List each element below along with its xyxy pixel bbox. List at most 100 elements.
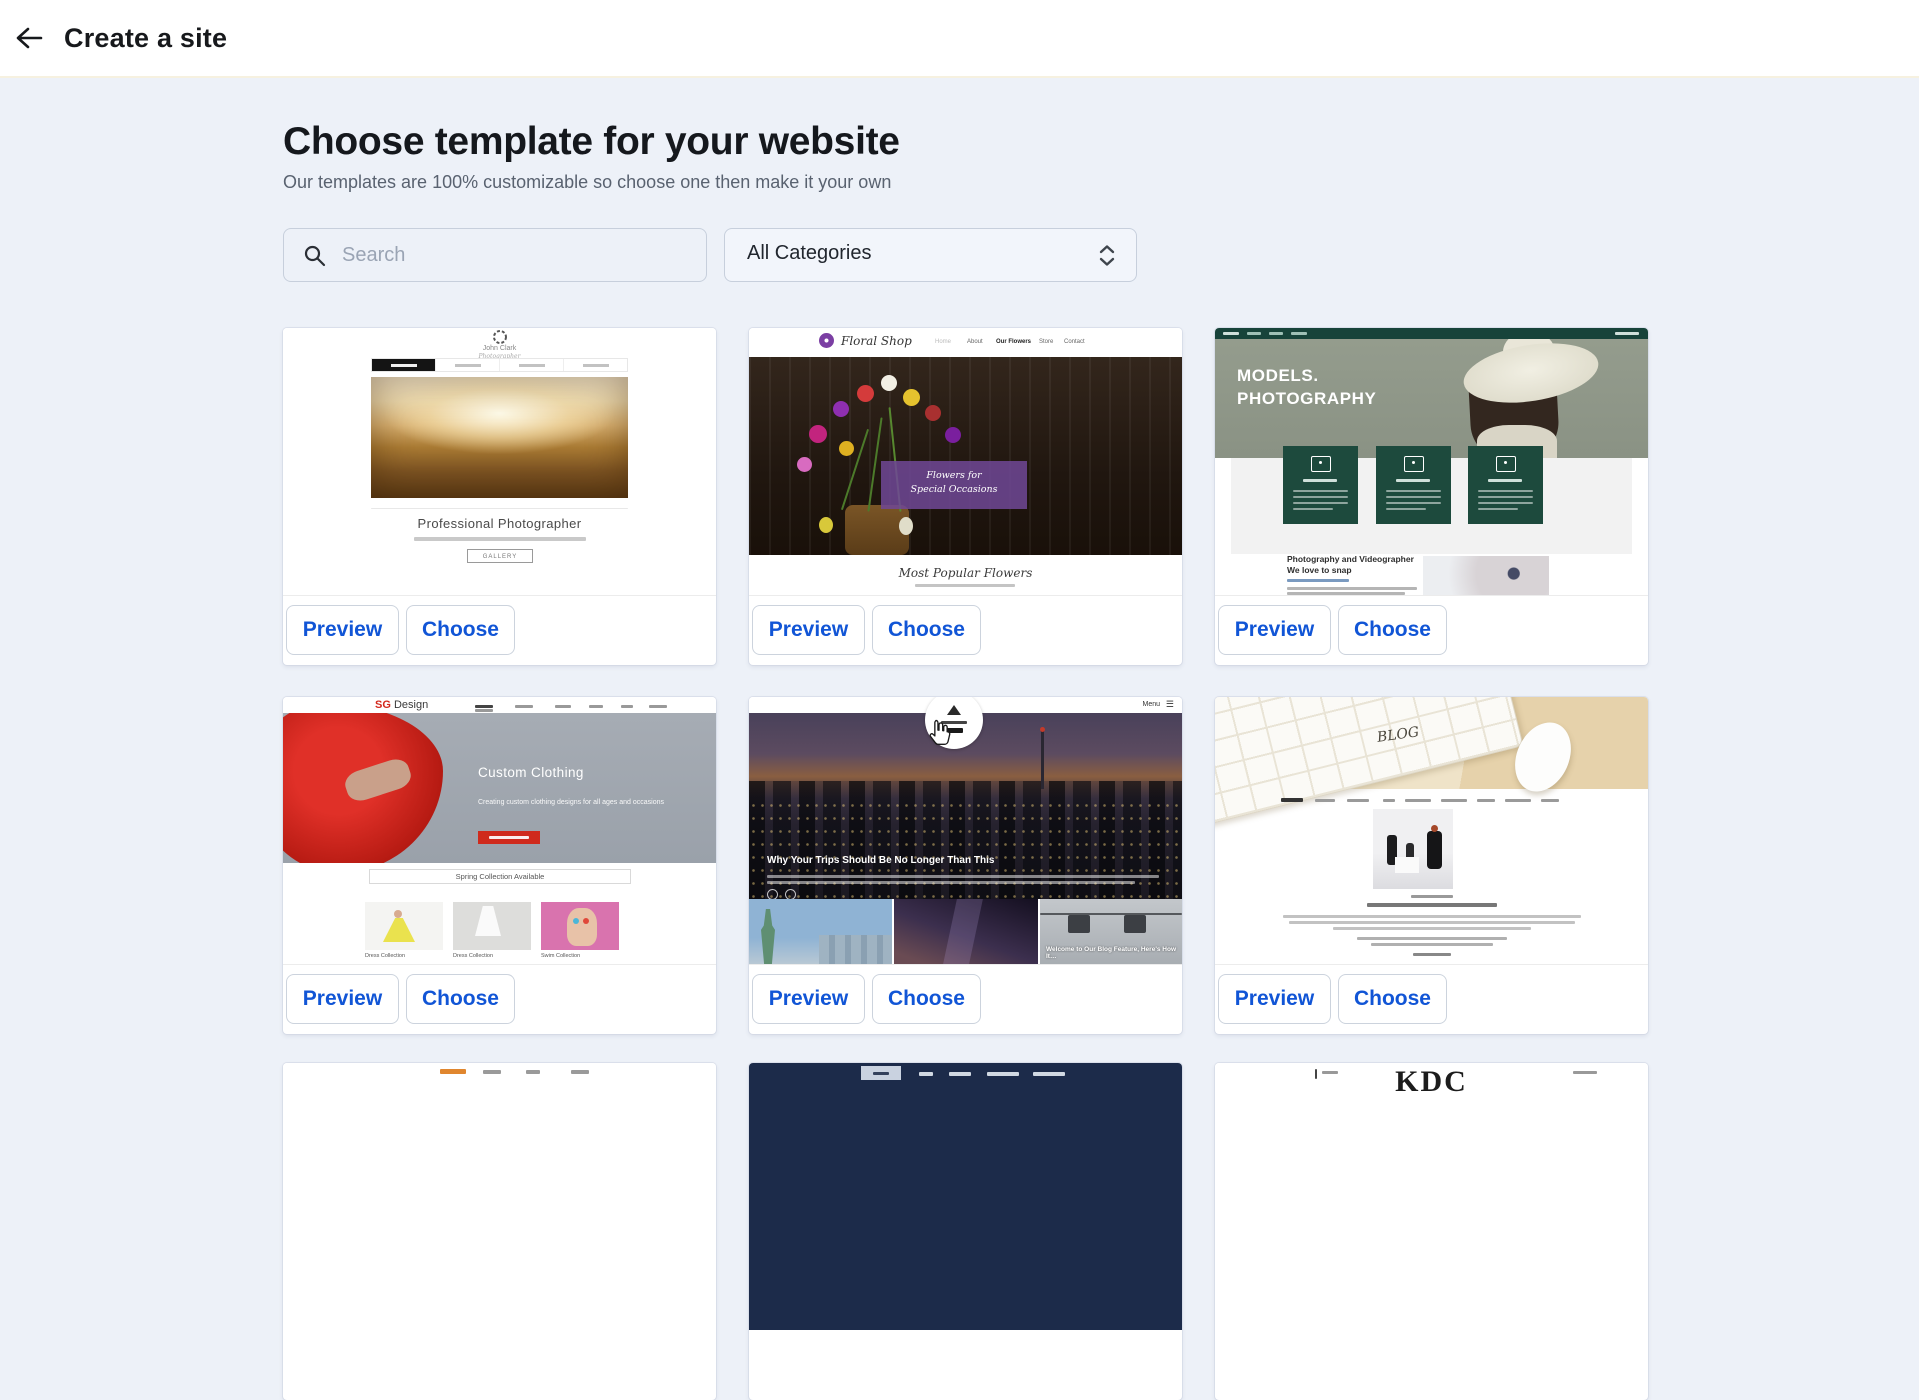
mini-nav-item: About: [967, 339, 983, 345]
mini-link-bar: [1287, 579, 1349, 582]
lift-chair: [1124, 915, 1146, 933]
category-select[interactable]: All Categories: [724, 228, 1137, 282]
template-thumbnail-models-photography[interactable]: MODELS. PHOTOGRAPHY: [1215, 328, 1648, 595]
tile-text-bar: [1293, 496, 1348, 498]
mini-nav-item: [1505, 799, 1531, 802]
page-title: Create a site: [64, 0, 227, 76]
section-heading: Choose template for your website: [283, 120, 900, 164]
mini-hero-wood-background: Flowers for Special Occasions: [749, 357, 1182, 555]
mini-nav-bar: [371, 358, 628, 372]
tile-label-bar: [1303, 479, 1337, 482]
mini-text-bar: [767, 875, 1159, 878]
city-silhouette: [819, 935, 892, 964]
mini-hero-title: Why Your Trips Should Be No Longer Than …: [767, 855, 1047, 866]
card-footer: Preview Choose: [283, 595, 716, 665]
card-footer: Preview Choose: [749, 964, 1182, 1034]
mountain-icon: [947, 705, 961, 715]
camera-aperture-icon: [492, 329, 508, 345]
preview-button[interactable]: Preview: [752, 974, 865, 1024]
choose-button[interactable]: Choose: [1338, 974, 1447, 1024]
tile-text-bar: [1386, 502, 1441, 504]
tile-label-bar: [1488, 479, 1522, 482]
mini-nav-item-active-box: [861, 1066, 901, 1080]
hand-pointer-icon: [926, 718, 953, 749]
milky-way-streak: [943, 899, 983, 964]
choose-button[interactable]: Choose: [406, 974, 515, 1024]
video-icon: [1311, 456, 1331, 472]
mini-nav-tab: [499, 359, 563, 371]
mini-text-bar: [767, 881, 1135, 884]
thumb-caption: Welcome to Our Blog Feature, Here's How …: [1046, 946, 1180, 960]
mini-nav-item: [555, 705, 571, 708]
mini-banner: Spring Collection Available: [369, 869, 631, 884]
tile-text-bar: [1293, 502, 1348, 504]
template-thumbnail-travel-blog[interactable]: Menu ☰ Why Your Trips Should Be No Longe…: [749, 697, 1182, 964]
mini-hero-title: Custom Clothing: [478, 765, 584, 780]
mini-text-bar: [1287, 587, 1417, 590]
mini-hero-title-line1: MODELS.: [1237, 365, 1376, 388]
template-thumbnail-floral-shop[interactable]: Floral Shop Home About Our Flowers Store…: [749, 328, 1182, 595]
choose-button[interactable]: Choose: [1338, 605, 1447, 655]
desk-block: [1395, 857, 1419, 873]
preview-button[interactable]: Preview: [1218, 605, 1331, 655]
image-icon: [1404, 456, 1424, 472]
mini-nav-item: [1315, 799, 1335, 802]
tulip: [925, 405, 941, 421]
keyboard: [1215, 697, 1524, 827]
choose-button[interactable]: Choose: [872, 605, 981, 655]
template-card-travel-blog: Menu ☰ Why Your Trips Should Be No Longe…: [749, 697, 1182, 1034]
mini-nav-item: [949, 1072, 971, 1076]
mini-nav-item-active: [1281, 798, 1303, 802]
search-input[interactable]: [340, 231, 694, 279]
tulip: [819, 517, 833, 533]
preview-button[interactable]: Preview: [286, 605, 399, 655]
mini-hero-subtitle: Creating custom clothing designs for all…: [478, 797, 696, 808]
template-thumbnail-sg-design[interactable]: SG Design Custom Clothing Creating custo…: [283, 697, 716, 964]
mini-menu-label: Menu: [1142, 701, 1160, 708]
camera-icon: [1496, 456, 1516, 472]
tulip: [903, 389, 920, 406]
tile-text-bar: [1293, 490, 1348, 492]
template-card-partial-left: [283, 1063, 716, 1400]
lift-chair: [1068, 915, 1090, 933]
mini-nav-tab-active: [372, 359, 435, 371]
statue-silhouette: [761, 909, 775, 964]
mini-hero-photo-field: [371, 377, 628, 498]
tulip: [899, 517, 913, 535]
template-thumbnail-blog[interactable]: BLOG: [1215, 697, 1648, 964]
mini-nav-item: [1247, 332, 1261, 335]
city-lights: [749, 799, 1182, 899]
tulip: [945, 427, 961, 443]
tulip: [839, 441, 854, 456]
template-thumbnail-photographer[interactable]: John Clark Photographer Professional Pho…: [283, 328, 716, 595]
flower-logo-icon: [819, 333, 834, 348]
model-head: [394, 910, 402, 918]
preview-button[interactable]: Preview: [286, 974, 399, 1024]
mini-feature-tile: [1468, 446, 1543, 524]
mini-nav-item: [1033, 1072, 1065, 1076]
preview-button[interactable]: Preview: [752, 605, 865, 655]
choose-button[interactable]: Choose: [406, 605, 515, 655]
mini-caption-bar: [1411, 895, 1453, 898]
preview-button[interactable]: Preview: [1218, 974, 1331, 1024]
chevron-up-down-icon: [1096, 243, 1118, 269]
template-thumbnail-partial-right[interactable]: KDC: [1215, 1063, 1648, 1330]
template-thumbnail-partial-left[interactable]: [283, 1063, 716, 1330]
mini-nav-item: [919, 1072, 933, 1076]
search-box: [283, 228, 707, 282]
card-footer: Preview Choose: [1215, 595, 1648, 665]
mini-social-icons: [1615, 332, 1639, 335]
template-thumbnail-partial-middle[interactable]: [749, 1063, 1182, 1330]
mini-hero-red-button: [478, 831, 540, 844]
mini-text-bar: [1333, 927, 1531, 930]
card-footer: Preview Choose: [283, 964, 716, 1034]
model-body: [567, 908, 597, 946]
choose-button[interactable]: Choose: [872, 974, 981, 1024]
hamburger-icon: ☰: [1166, 699, 1174, 710]
product-thumb-swimwear: [541, 902, 619, 950]
tile-text-bar: [1478, 508, 1518, 510]
collection-caption: Dress Collection: [365, 953, 405, 959]
tulip: [857, 385, 874, 402]
mini-section-line1: Photography and Videographer: [1287, 554, 1414, 564]
back-button[interactable]: [4, 13, 54, 63]
